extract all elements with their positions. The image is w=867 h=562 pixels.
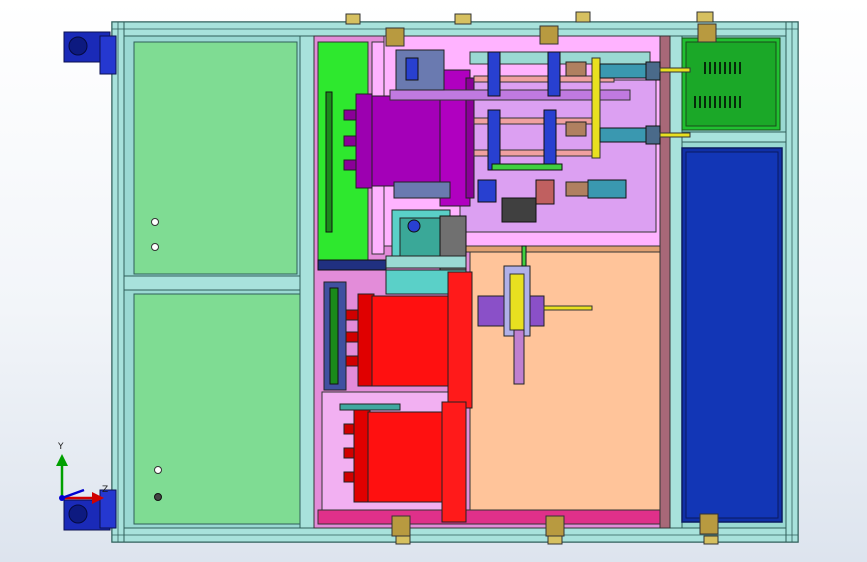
triad-y-label: Y <box>58 442 64 452</box>
motor-top-left <box>63 31 117 75</box>
cad-viewport[interactable]: Y Z <box>0 0 867 562</box>
coordinate-triad-icon <box>56 454 104 504</box>
right-components <box>681 37 783 523</box>
cad-model-drawing[interactable] <box>0 0 867 562</box>
triad-z-label: Z <box>102 485 109 495</box>
motor-bottom-left <box>63 489 117 531</box>
